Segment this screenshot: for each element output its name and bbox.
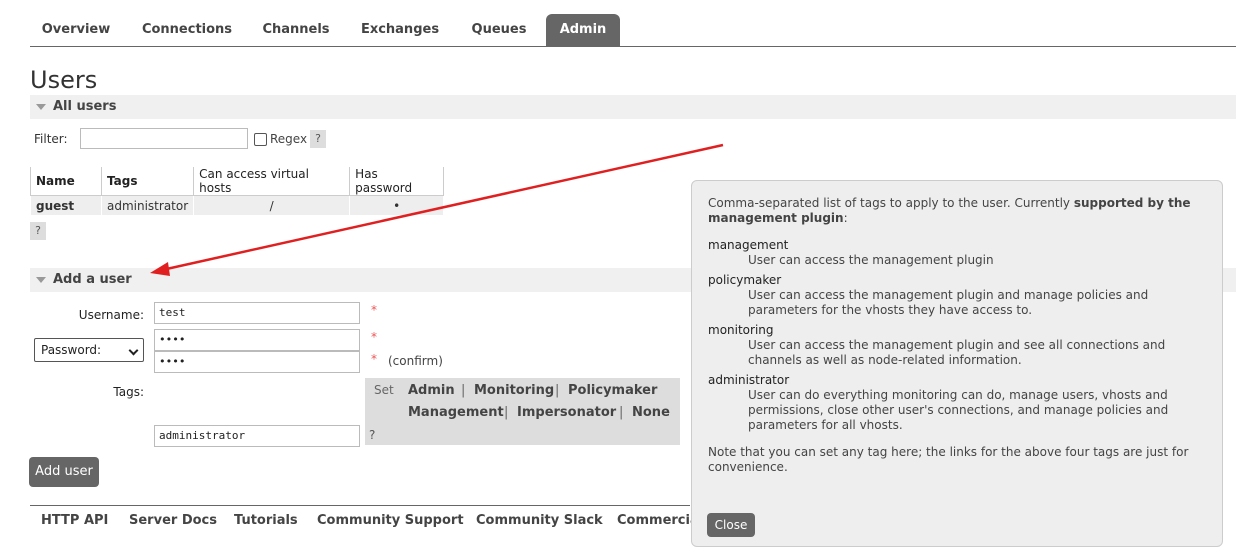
- popup-intro-suffix: :: [843, 211, 848, 225]
- password-select-label: Password:: [41, 343, 102, 357]
- footer-link-commercial[interactable]: Commercia: [617, 513, 699, 528]
- footer-link-tutorials[interactable]: Tutorials: [234, 513, 298, 528]
- top-nav: Overview Connections Channels Exchanges …: [30, 14, 1236, 47]
- footer-link-community-support[interactable]: Community Support: [317, 513, 464, 528]
- users-table-help-icon[interactable]: ?: [30, 222, 46, 240]
- tags-help-icon[interactable]: ?: [369, 428, 375, 442]
- tag-set-label: Set: [374, 383, 394, 397]
- tag-link-management[interactable]: Management: [408, 405, 504, 420]
- chevron-down-icon: [128, 345, 139, 356]
- tag-separator: |: [555, 383, 560, 398]
- collapse-triangle-icon: [36, 276, 46, 283]
- popup-intro: Comma-separated list of tags to apply to…: [708, 196, 1208, 226]
- footer-link-community-slack[interactable]: Community Slack: [476, 513, 603, 528]
- tab-overview[interactable]: Overview: [30, 14, 122, 46]
- popup-term-administrator: administrator: [708, 373, 790, 387]
- popup-intro-text: Comma-separated list of tags to apply to…: [708, 196, 1074, 210]
- tags-help-popup: Comma-separated list of tags to apply to…: [691, 180, 1223, 547]
- tab-queues[interactable]: Queues: [460, 14, 538, 46]
- tab-connections[interactable]: Connections: [130, 14, 244, 46]
- popup-desc-management: User can access the management plugin: [748, 253, 994, 267]
- column-header-tags[interactable]: Tags: [100, 167, 195, 196]
- popup-term-policymaker: policymaker: [708, 273, 782, 287]
- user-tags-cell: administrator: [100, 195, 195, 216]
- popup-close-button[interactable]: Close: [707, 513, 755, 537]
- tags-input[interactable]: administrator: [154, 425, 360, 447]
- password-type-select[interactable]: Password:: [34, 338, 144, 362]
- username-label: Username:: [78, 308, 144, 322]
- popup-term-management: management: [708, 238, 789, 252]
- column-header-vhosts[interactable]: Can access virtual hosts: [193, 167, 351, 196]
- regex-label: Regex: [270, 132, 308, 146]
- user-name-link[interactable]: guest: [30, 195, 102, 216]
- tab-admin[interactable]: Admin: [546, 14, 620, 46]
- tags-label: Tags:: [113, 385, 144, 399]
- tag-separator: |: [504, 405, 509, 420]
- popup-note: Note that you can set any tag here; the …: [708, 445, 1189, 474]
- all-users-title: All users: [53, 99, 117, 114]
- filter-label: Filter:: [34, 132, 68, 146]
- tag-link-none[interactable]: None: [632, 405, 670, 420]
- footer-link-http-api[interactable]: HTTP API: [41, 513, 108, 528]
- password-required-mark: *: [371, 330, 377, 344]
- collapse-triangle-icon: [36, 103, 46, 110]
- tab-exchanges[interactable]: Exchanges: [348, 14, 452, 46]
- add-user-title: Add a user: [53, 272, 132, 287]
- popup-desc-policymaker: User can access the management plugin an…: [748, 288, 1149, 317]
- popup-desc-administrator: User can do everything monitoring can do…: [748, 388, 1169, 432]
- regex-checkbox[interactable]: [254, 133, 267, 146]
- confirm-required-mark: *: [371, 352, 377, 366]
- tag-separator: |: [461, 383, 466, 398]
- users-table: Name Tags Can access virtual hosts Has p…: [30, 167, 445, 216]
- column-header-password[interactable]: Has password: [349, 167, 445, 196]
- confirm-label: (confirm): [388, 354, 443, 368]
- popup-desc-monitoring: User can access the management plugin an…: [748, 338, 1166, 367]
- all-users-section-header[interactable]: All users: [30, 95, 1236, 119]
- tag-link-impersonator[interactable]: Impersonator: [517, 405, 616, 420]
- tag-link-monitoring[interactable]: Monitoring: [474, 383, 554, 398]
- footer-link-server-docs[interactable]: Server Docs: [129, 513, 217, 528]
- column-header-name[interactable]: Name: [30, 167, 102, 196]
- user-password-cell: •: [349, 195, 445, 216]
- tag-separator: |: [619, 405, 624, 420]
- username-input[interactable]: test: [154, 302, 360, 324]
- page-title: Users: [30, 66, 98, 94]
- footer-divider: [30, 505, 690, 506]
- filter-input[interactable]: [80, 128, 248, 149]
- password-confirm-input[interactable]: ••••: [154, 351, 360, 373]
- tag-shortcuts: Set Admin | Monitoring | Policymaker Man…: [365, 378, 680, 445]
- username-required-mark: *: [371, 303, 377, 317]
- regex-help-icon[interactable]: ?: [310, 130, 326, 148]
- popup-term-monitoring: monitoring: [708, 323, 774, 337]
- password-input[interactable]: ••••: [154, 329, 360, 351]
- tag-link-policymaker[interactable]: Policymaker: [568, 383, 657, 398]
- add-user-button[interactable]: Add user: [29, 457, 99, 487]
- tag-link-admin[interactable]: Admin: [408, 383, 455, 398]
- tab-channels[interactable]: Channels: [252, 14, 340, 46]
- user-vhosts-cell: /: [193, 195, 351, 216]
- table-row[interactable]: guest administrator / •: [30, 195, 445, 216]
